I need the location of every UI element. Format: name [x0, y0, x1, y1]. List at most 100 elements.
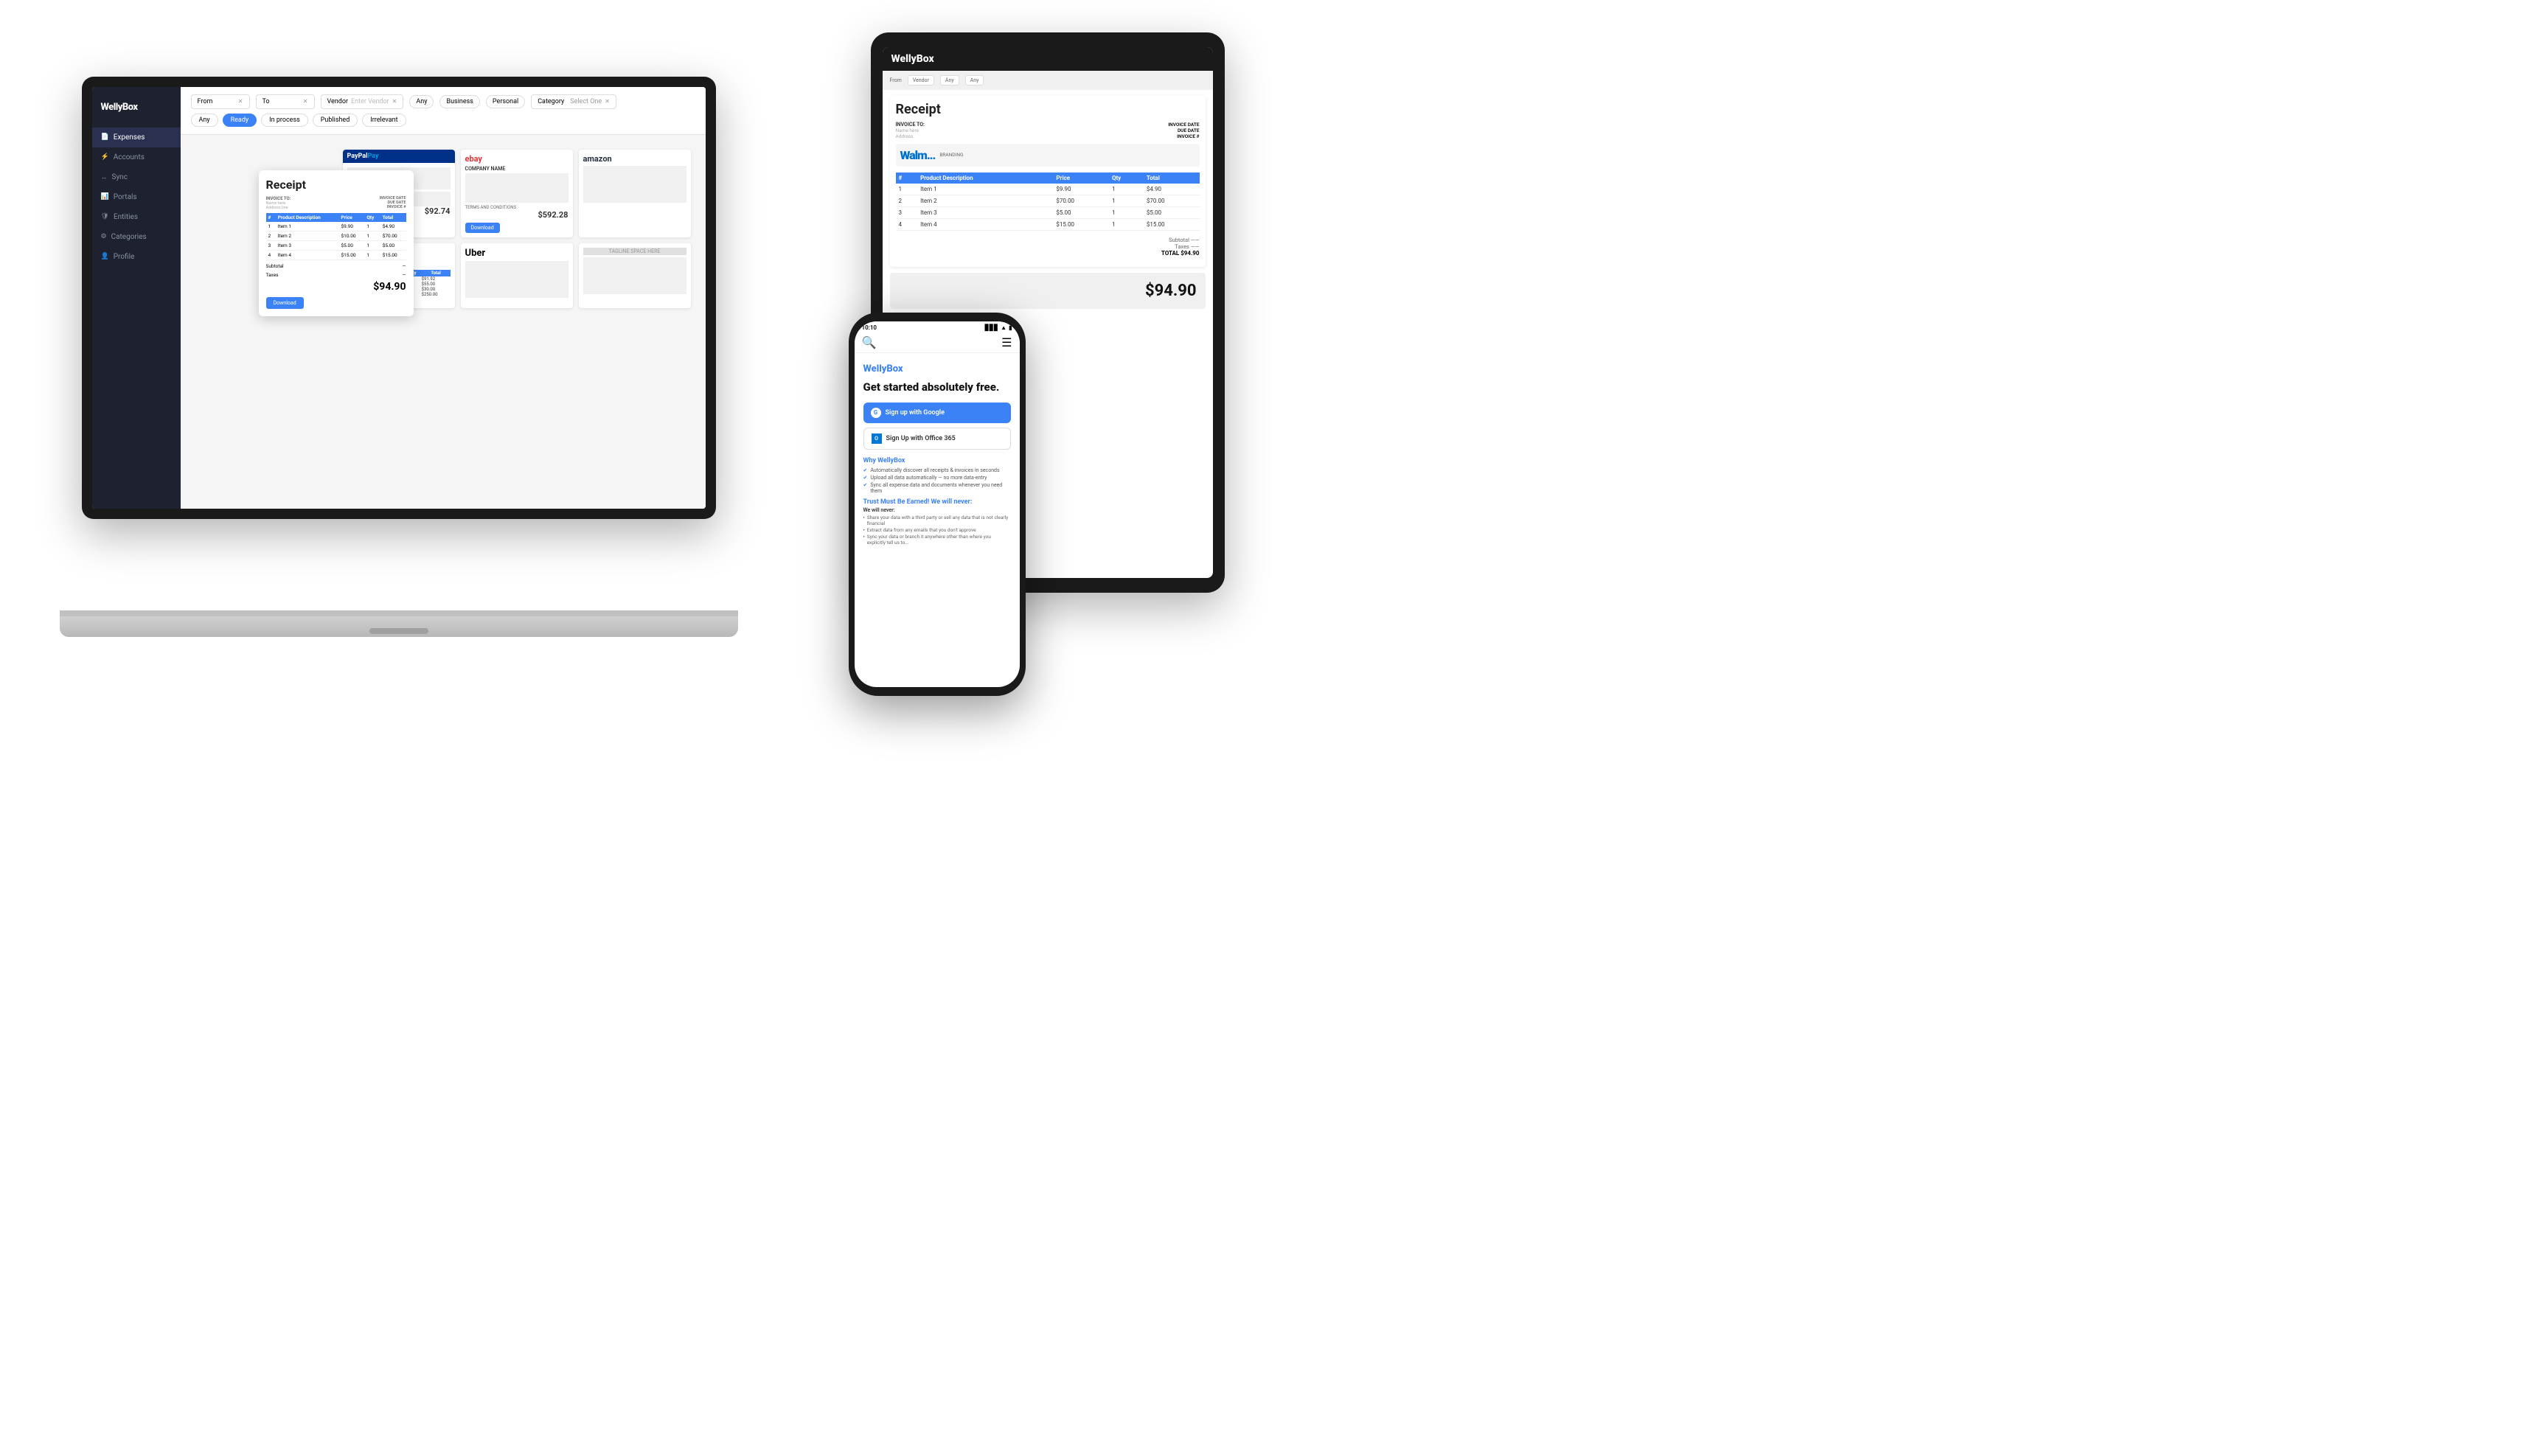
main-content: From ✕ To ✕ Vendor Enter Vendor ✕	[181, 87, 706, 509]
sidebar-item-entities[interactable]: 🛡 Entities	[92, 207, 181, 227]
ebay-download-button[interactable]: Download	[465, 223, 500, 233]
laptop-notch	[369, 628, 428, 634]
battery-icon: ▮	[1009, 324, 1012, 331]
ebay-company: COMPANY NAME	[465, 166, 569, 172]
sidebar-item-expenses[interactable]: 📄 Expenses	[92, 128, 181, 147]
status-inprocess[interactable]: In process	[261, 114, 308, 127]
tablet-invoice-header: INVOICE TO: Name here Address INVOICE DA…	[896, 122, 1200, 139]
table-row: 2Item 2$10.001$70.00	[266, 231, 406, 240]
paypal-logo-2: Pay	[367, 153, 378, 160]
category-clear-icon[interactable]: ✕	[605, 98, 610, 105]
th-qty: Qty	[1109, 173, 1144, 184]
phone: 10:10 ▊▊▊ ▲ ▮ 🔍 ☰ WellyBox Get started a…	[849, 313, 1026, 696]
col-qty: Qty	[364, 213, 380, 222]
to-date-input[interactable]: To ✕	[256, 94, 315, 109]
sidebar-item-sync[interactable]: ↔ Sync	[92, 167, 181, 187]
status-published[interactable]: Published	[313, 114, 358, 127]
trust-item-1: • Share your data with a third party or …	[863, 515, 1011, 526]
receipt-card-ebay[interactable]: ebay COMPANY NAME TERMS AND CONDITIONS $…	[461, 150, 573, 237]
sidebar-item-categories[interactable]: ⚙ Categories	[92, 227, 181, 247]
sidebar-item-portals[interactable]: 📊 Portals	[92, 187, 181, 207]
bullet-2: •	[863, 527, 865, 533]
table-row: 3Item 3$5.001$5.00	[266, 240, 406, 250]
taxes-line: Taxes ——	[896, 243, 1200, 250]
status-row: Any Ready In process Published Irrelevan…	[191, 114, 695, 127]
bullet-3: •	[863, 534, 865, 540]
phone-brand-label: WellyBox	[863, 363, 1011, 375]
profile-icon: 👤	[101, 253, 109, 260]
tablet-filter-area: From Vendor Any Any	[883, 71, 1213, 90]
walmart-logo: Walm...	[900, 148, 936, 162]
tablet-any-chip-2[interactable]: Any	[965, 75, 984, 86]
sidebar-item-profile[interactable]: 👤 Profile	[92, 247, 181, 267]
why-item-2: ✔ Upload all data automatically — no mor…	[863, 475, 1011, 481]
phone-headline: Get started absolutely free.	[863, 380, 1011, 394]
office-signup-button[interactable]: O Sign Up with Office 365	[863, 428, 1011, 450]
vendor-clear-icon[interactable]: ✕	[392, 98, 397, 105]
invoice-to: INVOICE TO: Name here Address line	[266, 196, 291, 210]
featured-invoice-info: INVOICE TO: Name here Address line INVOI…	[266, 196, 406, 210]
to-clear-icon[interactable]: ✕	[303, 98, 308, 105]
phone-menu-icon[interactable]: ☰	[1001, 335, 1012, 349]
th-desc: Product Description	[917, 173, 1053, 184]
amazon-logo: amazon	[583, 154, 686, 164]
accounts-icon: ⚡	[101, 153, 109, 161]
phone-time: 10:10	[862, 324, 877, 331]
table-row: 1Item 1$9.901$4.90	[896, 184, 1200, 195]
signal-icon: ▊▊▊	[985, 324, 998, 331]
invoice-dates: INVOICE DATE DUE DATE INVOICE #	[380, 196, 406, 210]
featured-receipt-table: # Product Description Price Qty Total 1I…	[266, 213, 406, 260]
invoice-totals: Subtotal —— Taxes —— TOTAL $94.90	[896, 237, 1200, 257]
status-any[interactable]: Any	[191, 114, 218, 127]
phone-status-bar: 10:10 ▊▊▊ ▲ ▮	[855, 321, 1020, 332]
check-icon-2: ✔	[863, 475, 868, 481]
vendor-label: Vendor	[327, 98, 349, 105]
taxes-row: Taxes—	[266, 272, 406, 278]
why-title: Why WellyBox	[863, 457, 1011, 464]
ebay-amount: $592.28	[465, 210, 569, 220]
paypal-header: PayPal Pay	[343, 150, 455, 163]
tablet-dates: INVOICE DATE DUE DATE INVOICE #	[1168, 122, 1199, 139]
chip-any[interactable]: Any	[409, 95, 434, 108]
table-row: 4Item 4$15.001$15.00	[266, 250, 406, 259]
receipt-card-blank[interactable]: TAGLINE SPACE HERE	[579, 243, 691, 308]
category-select[interactable]: Category Select One ✕	[531, 94, 616, 109]
filter-row-date: From ✕ To ✕ Vendor Enter Vendor ✕	[191, 94, 695, 109]
total-line: TOTAL $94.90	[896, 250, 1200, 257]
categories-icon: ⚙	[101, 233, 107, 240]
sidebar-item-accounts[interactable]: ⚡ Accounts	[92, 147, 181, 167]
subtotal-row: Subtotal—	[266, 263, 406, 269]
th-price: Price	[1053, 173, 1109, 184]
receipt-card-amazon[interactable]: amazon	[579, 150, 691, 237]
chip-personal[interactable]: Personal	[486, 95, 525, 108]
featured-receipt-card: Receipt INVOICE TO: Name here Address li…	[259, 170, 414, 316]
tablet-vendor-input[interactable]: Vendor	[908, 75, 934, 86]
chip-business[interactable]: Business	[439, 95, 479, 108]
phone-outer: 10:10 ▊▊▊ ▲ ▮ 🔍 ☰ WellyBox Get started a…	[849, 313, 1026, 696]
bullet-1: •	[863, 515, 865, 520]
google-signup-button[interactable]: G Sign up with Google	[863, 403, 1011, 423]
featured-download-button[interactable]: Download	[266, 297, 304, 309]
expenses-icon: 📄	[101, 133, 109, 141]
tablet-receipt-card: Receipt INVOICE TO: Name here Address IN…	[890, 96, 1206, 267]
trust-sub-label: We will never:	[863, 507, 1011, 513]
subtotal-line: Subtotal ——	[896, 237, 1200, 243]
from-clear-icon[interactable]: ✕	[238, 98, 243, 105]
tablet-from-label: From	[890, 77, 902, 83]
featured-total-amount: $94.90	[266, 281, 406, 293]
scene: WellyBox 📄 Expenses ⚡ Accounts ↔ Sync	[45, 32, 1225, 696]
sidebar-logo: WellyBox	[92, 102, 181, 128]
from-date-input[interactable]: From ✕	[191, 94, 250, 109]
category-label: Category	[538, 98, 564, 105]
tablet-logo: WellyBox	[891, 53, 934, 65]
entities-icon: 🛡	[101, 213, 109, 220]
status-ready[interactable]: Ready	[223, 114, 257, 127]
phone-search-icon[interactable]: 🔍	[862, 335, 877, 349]
tablet-receipt-title: Receipt	[896, 102, 1200, 117]
receipt-card-uber[interactable]: Uber	[461, 243, 573, 308]
vendor-input[interactable]: Vendor Enter Vendor ✕	[321, 94, 404, 109]
tablet-any-chip[interactable]: Any	[940, 75, 959, 86]
phone-content: WellyBox Get started absolutely free. G …	[855, 353, 1020, 557]
status-irrelevant[interactable]: Irrelevant	[362, 114, 406, 127]
sync-icon: ↔	[101, 173, 108, 181]
